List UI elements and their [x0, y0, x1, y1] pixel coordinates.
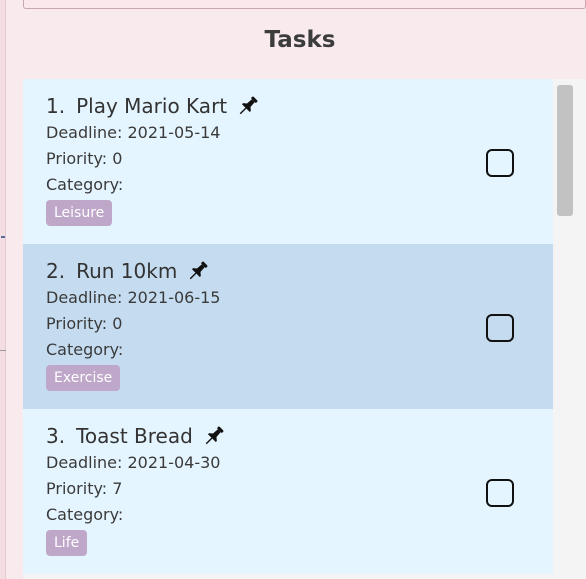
- task-index: 2.: [46, 259, 66, 283]
- task-card-1[interactable]: 1. Play Mario Kart Deadline: 2021-05-14 …: [23, 79, 553, 244]
- task-card-2[interactable]: 2. Run 10km Deadline: 2021-06-15 Priorit…: [23, 244, 553, 409]
- task-card-3[interactable]: 3. Toast Bread Deadline: 2021-04-30 Prio…: [23, 409, 553, 574]
- task-priority: Priority: 0: [46, 314, 123, 333]
- pushpin-icon: [239, 96, 258, 115]
- task-list[interactable]: 1. Play Mario Kart Deadline: 2021-05-14 …: [23, 79, 586, 579]
- task-title: 3. Toast Bread: [46, 422, 553, 450]
- category-tag: Exercise: [46, 365, 121, 391]
- task-priority: Priority: 0: [46, 149, 123, 168]
- task-index: 3.: [46, 424, 66, 448]
- task-priority: Priority: 7: [46, 479, 123, 498]
- task-name: Toast Bread: [76, 424, 193, 448]
- task-category-label: Category:: [46, 505, 124, 524]
- task-name: Run 10km: [76, 259, 178, 283]
- task-title: 2. Run 10km: [46, 257, 553, 285]
- left-window-edge: [0, 0, 6, 579]
- task-category-label: Category:: [46, 340, 124, 359]
- task-deadline: Deadline: 2021-06-15: [46, 288, 221, 307]
- task-category-label: Category:: [46, 175, 124, 194]
- task-done-checkbox[interactable]: [486, 314, 514, 342]
- scrollbar-thumb[interactable]: [557, 85, 573, 216]
- task-done-checkbox[interactable]: [486, 479, 514, 507]
- task-deadline: Deadline: 2021-05-14: [46, 123, 221, 142]
- task-done-checkbox[interactable]: [486, 149, 514, 177]
- task-index: 1.: [46, 94, 66, 118]
- edge-divider: [0, 350, 6, 351]
- pushpin-icon: [190, 261, 208, 280]
- result-display-box: [23, 0, 586, 9]
- task-deadline: Deadline: 2021-04-30: [46, 453, 221, 472]
- edge-marker: [1, 236, 5, 238]
- pushpin-icon: [205, 426, 224, 445]
- task-name: Play Mario Kart: [76, 94, 228, 118]
- task-panel-root: Tasks 1. Play Mario Kart Deadline: 2021-…: [0, 0, 586, 579]
- panel-title: Tasks: [264, 27, 336, 53]
- category-tag: Leisure: [46, 200, 113, 226]
- category-tag: Life: [46, 530, 88, 556]
- task-title: 1. Play Mario Kart: [46, 92, 553, 120]
